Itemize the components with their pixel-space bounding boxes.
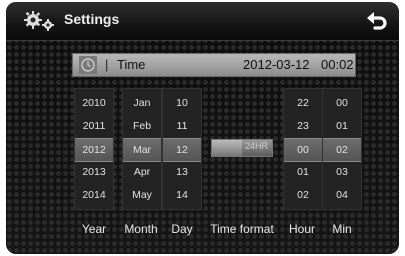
day-picker[interactable]: 10 11 12 13 14 [162, 88, 202, 210]
time-format-value: 24HR [244, 141, 268, 151]
minute-picker[interactable]: 00 01 02 03 04 [322, 88, 362, 210]
year-picker[interactable]: 2010 2011 2012 2013 2014 [74, 88, 114, 210]
time-format-toggle[interactable]: 24HR [211, 139, 273, 157]
month-option[interactable]: May [123, 184, 161, 206]
toggle-knob[interactable] [212, 140, 242, 156]
year-label: Year [81, 222, 107, 236]
year-option[interactable]: 2011 [75, 115, 113, 137]
day-option-selected[interactable]: 12 [163, 138, 201, 162]
year-option[interactable]: 2013 [75, 161, 113, 183]
month-option[interactable]: Apr [123, 161, 161, 183]
clock-icon [79, 56, 97, 74]
day-option[interactable]: 14 [163, 184, 201, 206]
device-frame: Settings | Time 2012-03-12 00:02 2010 20… [0, 0, 405, 256]
current-time: 00:02 [321, 57, 354, 72]
minute-label: Min [332, 222, 352, 236]
day-label: Day [171, 222, 193, 236]
year-option[interactable]: 2010 [75, 92, 113, 114]
day-option[interactable]: 13 [163, 161, 201, 183]
settings-screen: Settings | Time 2012-03-12 00:02 2010 20… [6, 2, 399, 254]
back-arrow-icon[interactable] [365, 9, 389, 33]
month-option[interactable]: Feb [123, 115, 161, 137]
minute-option[interactable]: 03 [323, 161, 361, 183]
gear-pair-icon [24, 10, 60, 32]
minute-option[interactable]: 00 [323, 92, 361, 114]
hour-label: Hour [288, 222, 315, 236]
hour-option[interactable]: 22 [284, 92, 322, 114]
hour-option-selected[interactable]: 00 [284, 138, 322, 162]
month-picker[interactable]: Jan Feb Mar Apr May [122, 88, 162, 210]
page-title: Settings [64, 11, 120, 27]
minute-option-selected[interactable]: 02 [323, 138, 361, 162]
separator: | [105, 57, 109, 72]
title-bar: Settings [6, 2, 399, 41]
month-label: Month [124, 222, 158, 236]
hour-picker[interactable]: 22 23 00 01 02 [283, 88, 323, 210]
hour-option[interactable]: 23 [284, 115, 322, 137]
hour-option[interactable]: 02 [284, 184, 322, 206]
year-option[interactable]: 2014 [75, 184, 113, 206]
minute-option[interactable]: 04 [323, 184, 361, 206]
year-option-selected[interactable]: 2012 [75, 138, 113, 162]
day-option[interactable]: 11 [163, 115, 201, 137]
month-option-selected[interactable]: Mar [123, 138, 161, 162]
time-format-label: Time format [210, 222, 274, 236]
time-label: Time [117, 57, 146, 72]
day-option[interactable]: 10 [163, 92, 201, 114]
minute-option[interactable]: 01 [323, 115, 361, 137]
time-summary-bar: | Time 2012-03-12 00:02 [72, 53, 356, 77]
month-option[interactable]: Jan [123, 92, 161, 114]
current-date: 2012-03-12 [243, 57, 310, 72]
hour-option[interactable]: 01 [284, 161, 322, 183]
